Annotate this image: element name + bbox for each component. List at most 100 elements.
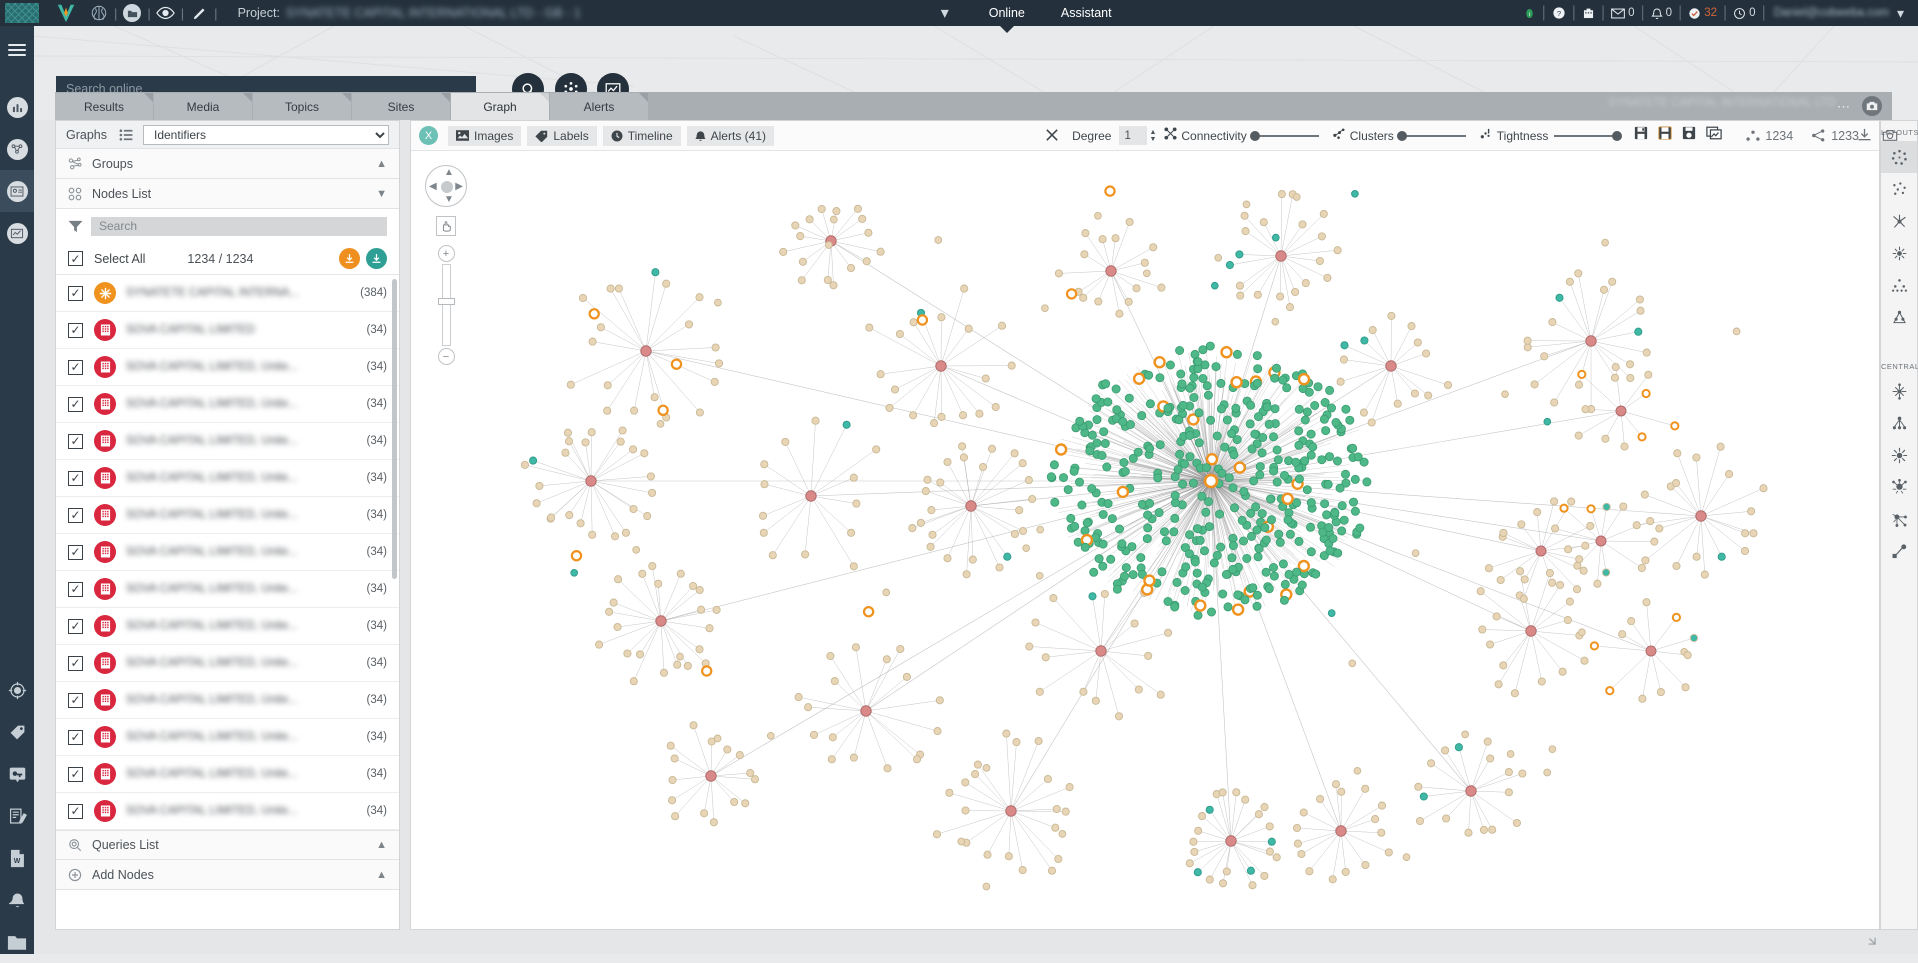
mail-status[interactable]: 0 bbox=[1605, 7, 1640, 19]
pan-control[interactable]: ▲ ◀ ▶ ▼ bbox=[425, 165, 467, 207]
save-snapshot-icon[interactable] bbox=[1682, 126, 1696, 145]
tree-layout-icon[interactable] bbox=[1881, 301, 1917, 333]
node-list-item[interactable]: ✓SOVA CAPITAL LIMITED, Unite...(34) bbox=[56, 608, 399, 645]
user-email[interactable]: Daniel@cobweba.com bbox=[1766, 7, 1897, 19]
node-checkbox[interactable]: ✓ bbox=[68, 471, 83, 486]
collapse-toolbar-icon[interactable] bbox=[1046, 128, 1058, 144]
sidebar-section-add-nodes[interactable]: Add Nodes ▲ bbox=[56, 860, 399, 890]
clusters-slider[interactable]: Clusters bbox=[1333, 127, 1466, 145]
central-network-icon[interactable] bbox=[1881, 503, 1917, 535]
nodes-list-scrollbar[interactable] bbox=[392, 279, 397, 579]
radial-layout-icon[interactable] bbox=[1881, 237, 1917, 269]
clear-selection-button[interactable]: X bbox=[419, 126, 438, 145]
key-icon[interactable] bbox=[0, 753, 34, 795]
sidebar-section-queries-list[interactable]: Queries List ▲ bbox=[56, 830, 399, 860]
node-list-item[interactable]: ✓SOVA CAPITAL LIMITED, Unite...(34) bbox=[56, 645, 399, 682]
node-checkbox[interactable]: ✓ bbox=[68, 693, 83, 708]
check-status[interactable]: 32 bbox=[1682, 7, 1723, 20]
scatter-layout-icon[interactable] bbox=[1881, 173, 1917, 205]
central-star-icon[interactable] bbox=[1881, 375, 1917, 407]
export-image-icon[interactable] bbox=[1706, 126, 1722, 145]
tab-results[interactable]: Results bbox=[55, 93, 153, 120]
star-layout-icon[interactable] bbox=[1881, 205, 1917, 237]
node-checkbox[interactable]: ✓ bbox=[68, 434, 83, 449]
tab-graph[interactable]: Graph bbox=[451, 93, 549, 120]
nodes-list-chevron-down-icon[interactable]: ▼ bbox=[376, 188, 387, 200]
node-checkbox[interactable]: ✓ bbox=[68, 804, 83, 819]
graph-list-icon[interactable] bbox=[119, 129, 133, 141]
info-icon[interactable]: i bbox=[1517, 7, 1542, 20]
tag-icon[interactable] bbox=[0, 711, 34, 753]
export-orange-button[interactable] bbox=[339, 248, 360, 269]
node-list-item[interactable]: ✓SOVA CAPITAL LIMITED, Unite...(34) bbox=[56, 423, 399, 460]
resize-handle-icon[interactable] bbox=[1865, 934, 1876, 948]
node-checkbox[interactable]: ✓ bbox=[68, 397, 83, 412]
save-as-graph-icon[interactable] bbox=[1658, 126, 1672, 145]
brain-icon[interactable] bbox=[88, 2, 110, 24]
node-checkbox[interactable]: ✓ bbox=[68, 767, 83, 782]
target-icon[interactable] bbox=[0, 669, 34, 711]
bell-icon[interactable] bbox=[0, 879, 34, 921]
profile-card-icon[interactable] bbox=[0, 170, 34, 212]
node-checkbox[interactable]: ✓ bbox=[68, 656, 83, 671]
screenshot-icon[interactable] bbox=[1882, 128, 1898, 147]
graph-viewport[interactable]: ▲ ◀ ▶ ▼ + − bbox=[411, 151, 1879, 929]
zoom-slider[interactable]: + − bbox=[435, 245, 457, 365]
toggle-images[interactable]: Images bbox=[448, 126, 521, 146]
node-checkbox[interactable]: ✓ bbox=[68, 582, 83, 597]
node-checkbox[interactable]: ✓ bbox=[68, 360, 83, 375]
download-graph-icon[interactable] bbox=[1857, 128, 1872, 147]
nav-assistant[interactable]: Assistant bbox=[1043, 0, 1130, 26]
degree-input[interactable] bbox=[1119, 126, 1147, 145]
filter-icon[interactable] bbox=[68, 220, 83, 233]
brand-logo[interactable] bbox=[44, 0, 88, 26]
node-checkbox[interactable]: ✓ bbox=[68, 545, 83, 560]
node-list-item[interactable]: ✓SOVA CAPITAL LIMITED, Unite...(34) bbox=[56, 571, 399, 608]
network-icon[interactable] bbox=[0, 128, 34, 170]
node-checkbox[interactable]: ✓ bbox=[68, 323, 83, 338]
connectivity-slider[interactable]: Connectivity bbox=[1164, 127, 1318, 145]
node-search-input[interactable] bbox=[91, 217, 387, 236]
node-list-item[interactable]: ✓SOVA CAPITAL LIMITED, Unite...(34) bbox=[56, 349, 399, 386]
briefcase-icon[interactable] bbox=[1576, 7, 1601, 20]
nav-online[interactable]: Online bbox=[971, 0, 1043, 26]
select-all-checkbox[interactable]: ✓ bbox=[68, 251, 83, 266]
node-checkbox[interactable]: ✓ bbox=[68, 730, 83, 745]
dashboard-icon[interactable] bbox=[0, 86, 34, 128]
graph-header-camera-icon[interactable] bbox=[1862, 96, 1882, 116]
notepad-icon[interactable] bbox=[0, 795, 34, 837]
node-checkbox[interactable]: ✓ bbox=[68, 286, 83, 301]
node-list-item[interactable]: ✓SOVA CAPITAL LIMITED, Unite...(34) bbox=[56, 793, 399, 830]
central-burst-icon[interactable] bbox=[1881, 439, 1917, 471]
node-checkbox[interactable]: ✓ bbox=[68, 619, 83, 634]
node-list-item[interactable]: ✓SOVA CAPITAL LIMITED(34) bbox=[56, 312, 399, 349]
pan-zoom-controls[interactable]: ▲ ◀ ▶ ▼ + − bbox=[425, 165, 467, 365]
node-list-item[interactable]: ✓SYNATETE CAPITAL INTERNA...(384) bbox=[56, 275, 399, 312]
central-cluster-icon[interactable] bbox=[1881, 471, 1917, 503]
network-graph[interactable] bbox=[411, 151, 1879, 929]
project-chevron-down-icon[interactable]: ▾ bbox=[941, 3, 949, 23]
folder-icon[interactable] bbox=[0, 921, 34, 963]
sidebar-section-groups[interactable]: Groups ▲ bbox=[56, 149, 399, 179]
save-graph-icon[interactable] bbox=[1634, 126, 1648, 145]
zoom-out-icon[interactable]: − bbox=[438, 348, 455, 365]
clock-status[interactable]: 0 bbox=[1727, 7, 1761, 20]
eye-icon[interactable] bbox=[155, 2, 177, 24]
tab-sites[interactable]: Sites bbox=[352, 93, 450, 120]
groups-chevron-up-icon[interactable]: ▲ bbox=[376, 158, 387, 170]
pencil-icon[interactable] bbox=[188, 2, 210, 24]
add-nodes-chevron-up-icon[interactable]: ▲ bbox=[376, 869, 387, 881]
word-doc-icon[interactable]: W bbox=[0, 837, 34, 879]
node-list-item[interactable]: ✓SOVA CAPITAL LIMITED, Unite...(34) bbox=[56, 756, 399, 793]
node-list-item[interactable]: ✓SOVA CAPITAL LIMITED, Unite...(34) bbox=[56, 719, 399, 756]
tab-alerts[interactable]: Alerts bbox=[550, 93, 648, 120]
analytics-icon[interactable] bbox=[0, 212, 34, 254]
toggle-timeline[interactable]: Timeline bbox=[603, 126, 681, 146]
node-list-item[interactable]: ✓SOVA CAPITAL LIMITED, Unite...(34) bbox=[56, 534, 399, 571]
search-input[interactable] bbox=[56, 76, 476, 92]
central-edge-icon[interactable] bbox=[1881, 535, 1917, 567]
tightness-slider[interactable]: Tightness bbox=[1480, 127, 1621, 145]
hand-tool-icon[interactable] bbox=[436, 216, 456, 236]
tab-media[interactable]: Media bbox=[154, 93, 252, 120]
nodes-list[interactable]: ✓SYNATETE CAPITAL INTERNA...(384)✓SOVA C… bbox=[56, 275, 399, 830]
